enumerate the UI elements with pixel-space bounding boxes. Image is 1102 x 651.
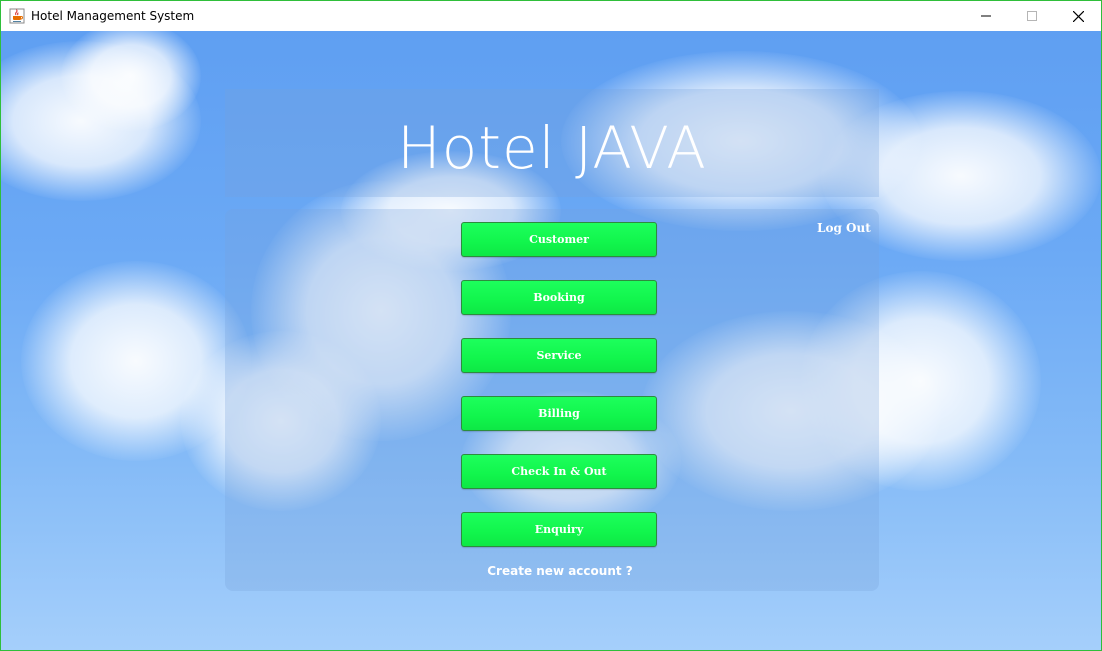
create-account-link[interactable]: Create new account ? [225,564,895,578]
minimize-icon [981,11,991,21]
title-bar: Hotel Management System [1,1,1101,31]
java-cup-icon [9,8,25,24]
window-title: Hotel Management System [31,9,195,23]
close-button[interactable] [1055,1,1101,31]
service-button[interactable]: Service [461,338,657,373]
logout-link[interactable]: Log Out [817,221,871,235]
enquiry-button[interactable]: Enquiry [461,512,657,547]
booking-button[interactable]: Booking [461,280,657,315]
customer-button[interactable]: Customer [461,222,657,257]
check-in-out-button[interactable]: Check In & Out [461,454,657,489]
minimize-button[interactable] [963,1,1009,31]
maximize-icon [1027,11,1037,21]
window-controls [963,1,1101,31]
menu-panel: Log Out Customer Booking Service Billing… [225,209,879,591]
close-icon [1072,10,1084,22]
header-panel: Hotel JAVA [225,89,879,197]
billing-button[interactable]: Billing [461,396,657,431]
sky-background: Hotel JAVA Log Out Customer Booking Serv… [1,31,1101,650]
app-title: Hotel JAVA [397,114,707,182]
app-window: Hotel Management System Hotel JAVA Log O… [0,0,1102,651]
maximize-button[interactable] [1009,1,1055,31]
